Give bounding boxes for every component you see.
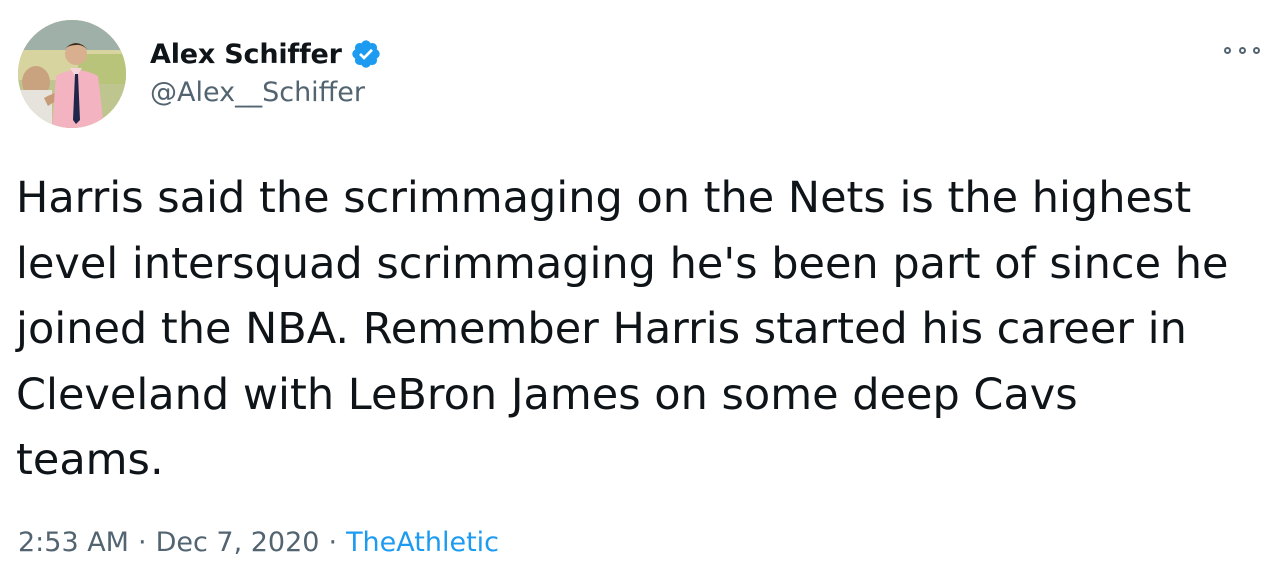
tweet-source[interactable]: TheAthletic [346, 527, 499, 558]
tweet-meta: 2:53 AM · Dec 7, 2020 · TheAthletic [18, 527, 499, 558]
avatar[interactable] [18, 20, 126, 128]
tweet-text-line: teams. [16, 435, 164, 485]
author-name-row[interactable]: Alex Schiffer [150, 34, 382, 74]
more-dot [1238, 46, 1246, 54]
tweet-text-line: Cleveland with LeBron James on some deep… [16, 369, 1078, 420]
meta-separator: · [137, 527, 147, 558]
author-handle[interactable]: @Alex__Schiffer [150, 77, 365, 108]
tweet-time[interactable]: 2:53 AM [18, 527, 129, 558]
tweet-text-line: Harris said the scrimmaging on the Nets … [16, 173, 1192, 223]
more-dot [1224, 46, 1231, 54]
avatar-photo-icon [18, 20, 126, 128]
tweet-date[interactable]: Dec 7, 2020 [156, 527, 320, 558]
tweet-text-line: level intersquad scrimmaging he's been p… [16, 238, 1229, 289]
tweet-text-line: joined the NBA. Remember Harris started … [16, 304, 1187, 354]
tweet-card: Alex Schiffer @Alex__Schiffer Harris sai… [0, 0, 1282, 574]
more-dot [1253, 46, 1260, 54]
verified-badge-icon [352, 40, 380, 68]
more-options-icon[interactable] [1224, 42, 1260, 58]
author-display-name[interactable]: Alex Schiffer [150, 39, 342, 70]
tweet-text: Harris said the scrimmaging on the Nets … [16, 166, 1266, 494]
meta-separator: · [328, 527, 338, 558]
